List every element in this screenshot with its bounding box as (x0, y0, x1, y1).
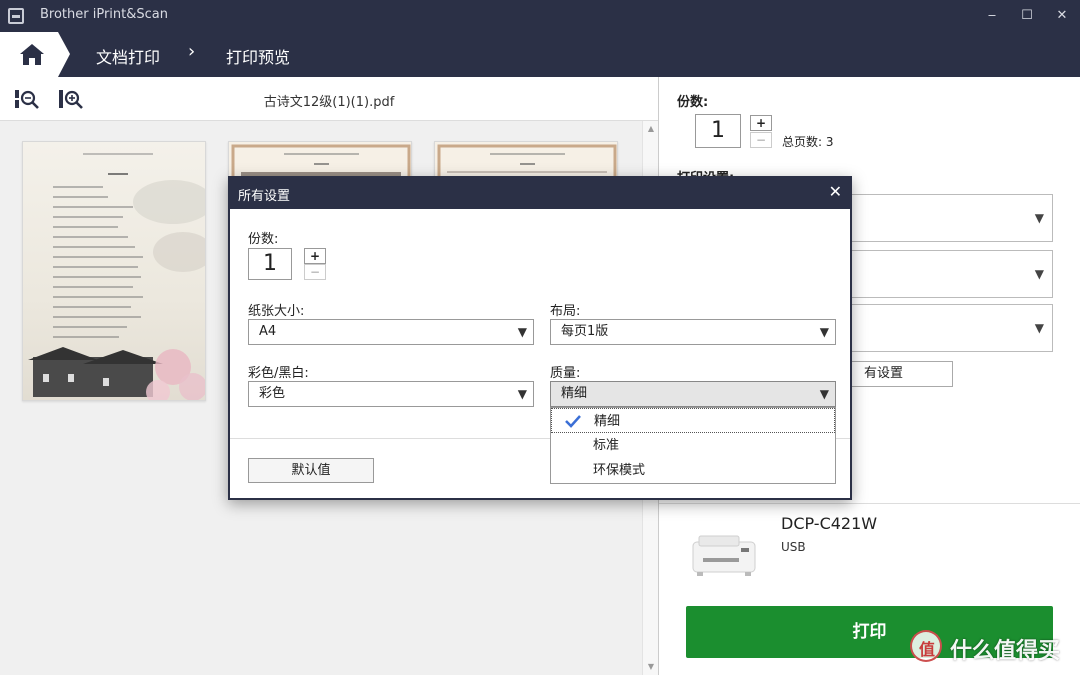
maximize-button[interactable]: ☐ (1015, 4, 1039, 28)
dialog-title: 所有设置 (238, 189, 291, 204)
color-label: 彩色/黑白: (248, 366, 309, 381)
printer-name: DCP-C421W (781, 514, 878, 533)
minimize-button[interactable]: ‒ (980, 4, 1004, 28)
watermark-text: 什么值得买 (950, 639, 1061, 664)
watermark-logo: 值 (910, 630, 942, 662)
quality-option-label: 标准 (593, 438, 620, 453)
dialog-copies-decrement-button[interactable]: − (304, 264, 326, 280)
paper-size-select[interactable]: A4 ▼ (248, 319, 534, 345)
caret-down-icon: ▼ (1034, 211, 1044, 225)
printer-connection: USB (781, 540, 806, 554)
breadcrumb-document-print[interactable]: 文档打印 (96, 44, 160, 68)
dialog-copies-label: 份数: (248, 232, 279, 247)
quality-option-label: 环保模式 (593, 463, 646, 478)
copies-increment-button[interactable]: + (750, 115, 772, 131)
default-button[interactable]: 默认值 (248, 458, 374, 483)
printer-icon (692, 535, 756, 576)
layout-select[interactable]: 每页1版 ▼ (550, 319, 836, 345)
printer-setting-select-2[interactable]: ▼ (849, 250, 1053, 298)
quality-value: 精细 (561, 386, 588, 401)
all-settings-dialog: 所有设置 ✕ 份数: 1 + − 纸张大小: A4 ▼ 布局: 每页1版 ▼ 彩… (228, 176, 852, 500)
dialog-copies-input[interactable]: 1 (248, 248, 292, 280)
copies-decrement-button[interactable]: − (750, 132, 772, 148)
layout-value: 每页1版 (561, 324, 609, 339)
layout-label: 布局: (550, 304, 581, 319)
quality-option-label: 精细 (594, 414, 621, 429)
quality-option-eco[interactable]: 环保模式 (551, 458, 835, 483)
chevron-right-icon: › (188, 41, 196, 62)
watermark: 值 什么值得买 (910, 630, 1080, 666)
breadcrumb: 文档打印 › 打印预览 (0, 32, 1080, 77)
caret-down-icon: ▼ (1034, 321, 1044, 335)
app-icon (8, 8, 24, 24)
quality-option-fine[interactable]: 精细 (551, 408, 835, 433)
quality-label: 质量: (550, 366, 581, 381)
home-button[interactable] (0, 32, 70, 77)
copies-input[interactable]: 1 (695, 114, 741, 148)
caret-down-icon: ▼ (819, 387, 829, 401)
printer-setting-select-3[interactable]: ▼ (849, 304, 1053, 352)
home-icon (0, 32, 70, 77)
copies-label: 份数: (677, 95, 709, 110)
check-icon (565, 415, 581, 428)
paper-size-label: 纸张大小: (248, 304, 305, 319)
breadcrumb-print-preview: 打印预览 (226, 48, 291, 67)
dialog-header: 所有设置 ✕ (230, 178, 850, 209)
quality-dropdown: 精细 标准 环保模式 (550, 407, 836, 484)
quality-select[interactable]: 精细 ▼ (550, 381, 836, 407)
title-bar: Brother iPrint&Scan ‒ ☐ ✕ (0, 0, 1080, 32)
caret-down-icon: ▼ (517, 387, 527, 401)
all-settings-button[interactable]: 有设置 (847, 361, 953, 387)
caret-down-icon: ▼ (1034, 267, 1044, 281)
page-thumbnail[interactable] (22, 141, 206, 401)
caret-down-icon: ▼ (819, 325, 829, 339)
paper-size-value: A4 (259, 324, 277, 339)
printer-setting-select-1[interactable]: ▼ (849, 194, 1053, 242)
scroll-down-icon[interactable]: ▼ (643, 659, 659, 675)
total-pages: 总页数: 3 (782, 135, 834, 149)
color-select[interactable]: 彩色 ▼ (248, 381, 534, 407)
quality-option-standard[interactable]: 标准 (551, 433, 835, 458)
file-name: 古诗文12级(1)(1).pdf (263, 95, 395, 110)
dialog-close-button[interactable]: ✕ (829, 182, 842, 201)
window-title: Brother iPrint&Scan (40, 7, 169, 22)
close-window-button[interactable]: ✕ (1050, 4, 1074, 28)
preview-toolbar: 古诗文12级(1)(1).pdf (0, 77, 658, 121)
scroll-up-icon[interactable]: ▲ (643, 121, 659, 137)
color-value: 彩色 (259, 386, 286, 401)
caret-down-icon: ▼ (517, 325, 527, 339)
poem-page-image (28, 153, 205, 400)
dialog-copies-increment-button[interactable]: + (304, 248, 326, 264)
